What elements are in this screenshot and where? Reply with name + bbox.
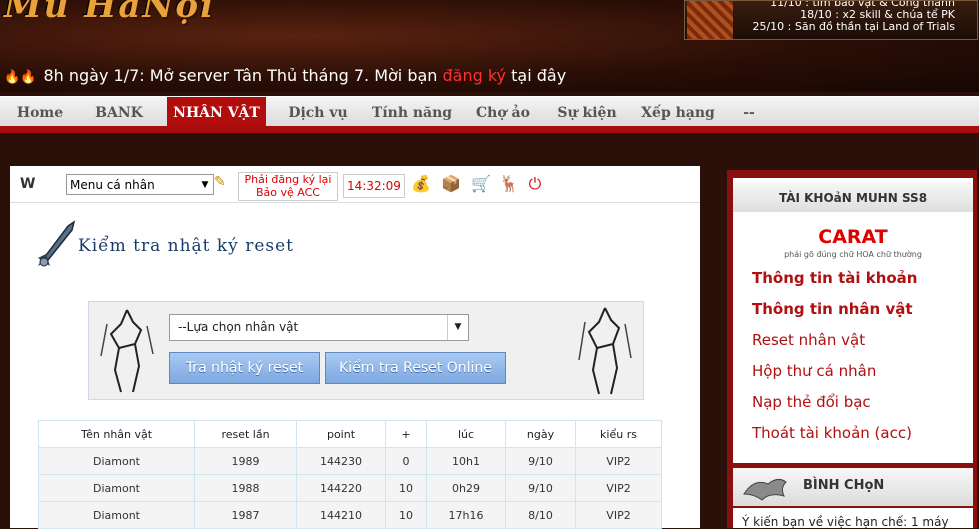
flame-icon: 🔥🔥	[4, 70, 37, 85]
reset-log-button[interactable]: Tra nhật ký reset	[169, 352, 320, 384]
main-nav: Home BANK NHÂN VẬT Dịch vụ Tính năng Chợ…	[0, 96, 979, 133]
character-select-value: --Lựa chọn nhân vật	[178, 320, 299, 334]
cell-time: 0h29	[426, 474, 506, 502]
table-header-row: Tên nhân vật reset lần point + lúc ngày …	[38, 420, 662, 448]
nav-underline	[0, 126, 979, 133]
col-point: point	[296, 420, 386, 448]
register-link[interactable]: đăng ký	[443, 66, 507, 85]
site-header: Mu HaNội 11/10 : tìm bảo vật & Công thàn…	[0, 0, 979, 92]
nav-xep-hang[interactable]: Xếp hạng	[638, 97, 718, 129]
w-icon[interactable]: W	[20, 176, 35, 192]
cell-time: 10h1	[426, 447, 506, 475]
vote-question: Ý kiến bạn về việc hạn chế: 1 máy	[742, 515, 949, 529]
nav-cho-ao[interactable]: Chợ ảo	[470, 97, 536, 129]
cell-character: Diamont	[38, 447, 195, 475]
cell-date: 9/10	[505, 474, 576, 502]
nav-bank[interactable]: BANK	[84, 97, 154, 129]
link-reset-character[interactable]: Reset nhân vật	[752, 331, 865, 349]
character-select[interactable]: --Lựa chọn nhân vật ▼	[169, 314, 469, 341]
table-row: Diamont 1987 144210 10 17h16 8/10 VIP2	[38, 501, 662, 529]
user-toolbar: W Menu cá nhân ▼ ✎ Phải đăng ký lại Bảo …	[10, 168, 700, 203]
page-title: Kiểm tra nhật ký reset	[78, 236, 294, 256]
cell-character: Diamont	[38, 501, 195, 529]
cell-reset-type: VIP2	[575, 501, 662, 529]
nav-home[interactable]: Home	[8, 97, 72, 129]
captcha-word: CARAT	[818, 226, 888, 248]
re-register-line1: Phải đăng ký lại	[244, 173, 332, 186]
account-title: TÀI KHOảN MUHN SS8	[733, 182, 973, 212]
cell-point: 144220	[296, 474, 386, 502]
cell-time: 17h16	[426, 501, 506, 529]
cell-reset-count: 1989	[194, 447, 297, 475]
power-icon[interactable]: ⏻	[524, 173, 546, 195]
col-time: lúc	[426, 420, 506, 448]
cart-icon[interactable]: 🛒	[470, 173, 492, 195]
link-topup[interactable]: Nạp thẻ đổi bạc	[752, 393, 871, 411]
clock: 14:32:09	[343, 174, 405, 198]
account-box	[733, 178, 973, 463]
cell-reset-type: VIP2	[575, 447, 662, 475]
col-reset-type: kiểu rs	[575, 420, 662, 448]
personal-menu-select[interactable]: Menu cá nhân ▼	[66, 174, 214, 195]
link-account-info[interactable]: Thông tin tài khoản	[752, 269, 917, 287]
news-thumbnail	[687, 1, 733, 39]
col-plus: +	[385, 420, 427, 448]
cell-point: 144210	[296, 501, 386, 529]
site-logo[interactable]: Mu HaNội	[4, 0, 215, 26]
cell-reset-count: 1988	[194, 474, 297, 502]
re-register-notice[interactable]: Phải đăng ký lại Bảo vệ ACC	[238, 172, 338, 201]
pencil-icon[interactable]: ✎	[214, 174, 226, 190]
cell-date: 9/10	[505, 447, 576, 475]
col-reset-count: reset lần	[194, 420, 297, 448]
cell-date: 8/10	[505, 501, 576, 529]
re-register-line2: Bảo vệ ACC	[256, 186, 320, 199]
col-character: Tên nhân vật	[38, 420, 195, 448]
vote-title: BÌNH CHọN	[803, 478, 885, 493]
captcha-hint: phải gõ đúng chữ HOA chữ thường	[784, 250, 922, 259]
ticker-text: 8h ngày 1/7: Mở server Tân Thủ tháng 7. …	[43, 66, 443, 85]
reindeer-icon[interactable]: 🦌	[498, 173, 520, 195]
announcement-ticker: 🔥🔥 8h ngày 1/7: Mở server Tân Thủ tháng …	[4, 62, 974, 90]
sword-icon	[37, 220, 76, 267]
ticker-suffix: tại đây	[506, 66, 567, 85]
cell-plus: 10	[385, 501, 427, 529]
link-character-info[interactable]: Thông tin nhân vật	[752, 300, 913, 318]
col-date: ngày	[505, 420, 576, 448]
table-row: Diamont 1988 144220 10 0h29 9/10 VIP2	[38, 474, 662, 502]
news-box[interactable]: 11/10 : tìm bảo vật & Công thành 18/10 :…	[684, 0, 978, 40]
reset-log-table: Tên nhân vật reset lần point + lúc ngày …	[38, 420, 662, 529]
cell-plus: 10	[385, 474, 427, 502]
table-row: Diamont 1989 144230 0 10h1 9/10 VIP2	[38, 447, 662, 475]
cell-reset-type: VIP2	[575, 474, 662, 502]
cell-point: 144230	[296, 447, 386, 475]
nav-nhan-vat[interactable]: NHÂN VẬT	[167, 97, 266, 129]
nav-su-kien[interactable]: Sự kiện	[550, 97, 624, 129]
cell-reset-count: 1987	[194, 501, 297, 529]
warrior-sketch-right	[578, 307, 632, 395]
personal-menu-value: Menu cá nhân	[70, 178, 155, 192]
news-item[interactable]: 25/10 : Săn đồ thần tại Land of Trials	[752, 21, 955, 33]
nav-dich-vu[interactable]: Dịch vụ	[282, 97, 354, 129]
link-logout[interactable]: Thoát tài khoản (acc)	[752, 424, 912, 442]
chest-icon[interactable]: 📦	[440, 173, 462, 195]
dragon-icon	[743, 478, 787, 501]
nav-tinh-nang[interactable]: Tính năng	[370, 97, 454, 129]
money-bag-icon[interactable]: 💰	[410, 173, 432, 195]
cell-character: Diamont	[38, 474, 195, 502]
online-reset-button[interactable]: Kiểm tra Reset Online	[325, 352, 506, 384]
chevron-down-icon: ▼	[447, 315, 468, 340]
cell-plus: 0	[385, 447, 427, 475]
nav-more[interactable]: --	[734, 97, 764, 129]
chevron-down-icon: ▼	[201, 180, 209, 190]
link-inbox[interactable]: Hộp thư cá nhân	[752, 362, 876, 380]
warrior-sketch-left	[100, 309, 154, 393]
